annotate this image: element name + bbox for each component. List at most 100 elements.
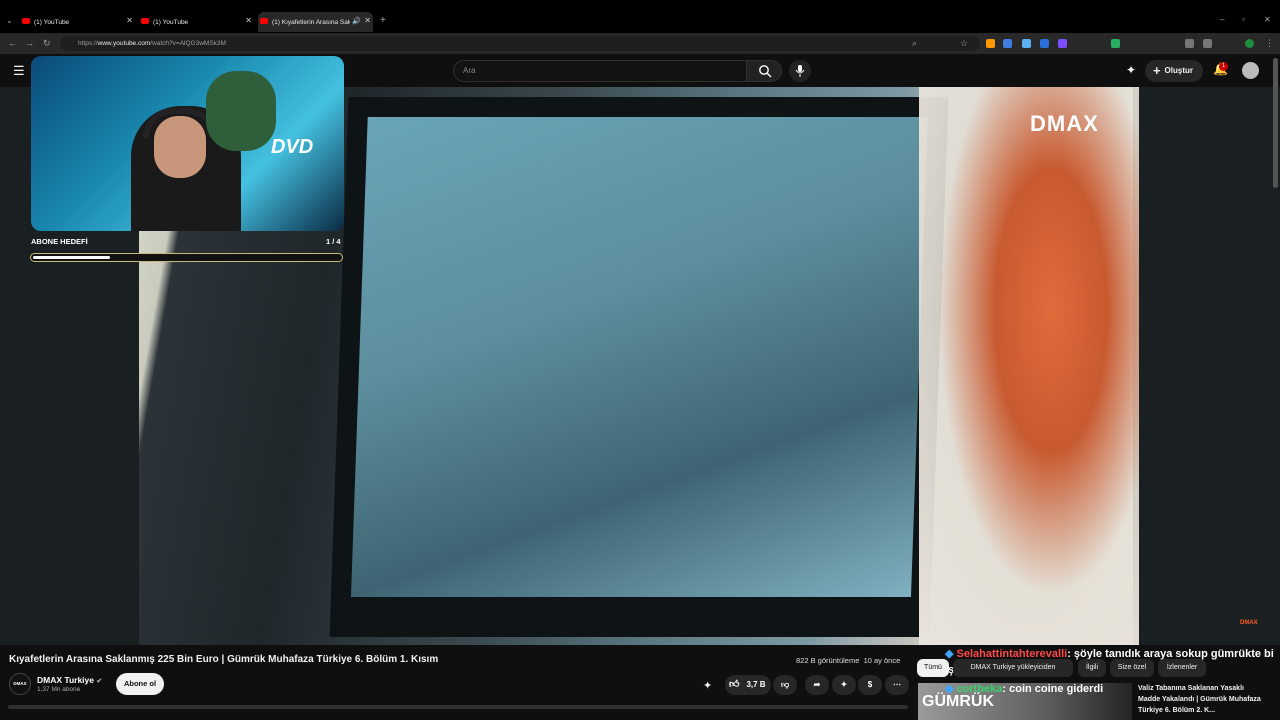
browser-tab-2[interactable]: (1) YouTube ✕ <box>139 12 254 32</box>
dvd-logo: DVD <box>271 136 314 158</box>
chat-message: ◆ cortbeka: coin coine giderdi <box>945 682 1103 695</box>
chip-all[interactable]: Tümü <box>917 659 949 677</box>
channel-name[interactable]: DMAX Turkiye ✔ <box>37 675 102 685</box>
views-text: 822 B görüntüleme <box>796 656 860 665</box>
microphone-icon <box>795 65 805 77</box>
page-scrollbar[interactable] <box>1273 58 1278 188</box>
chip-watched[interactable]: İzlenenler <box>1158 659 1206 677</box>
dmax-corner-logo: DMAX <box>1240 620 1258 626</box>
tab-title: (1) YouTube <box>153 18 189 26</box>
ask-ai-button[interactable]: ✦ <box>832 675 856 695</box>
minimize-button[interactable]: – <box>1220 15 1224 24</box>
search-icon <box>759 65 772 78</box>
maximize-button[interactable]: ▫ <box>1242 15 1245 24</box>
subscriber-goal-progress-fill <box>33 256 110 259</box>
subscriber-goal-count: 1 / 4 <box>326 237 341 246</box>
chat-badge-icon: ◆ <box>945 648 954 660</box>
subscribe-button[interactable]: Abone ol <box>116 673 164 695</box>
subscriber-goal-progress-bar <box>30 253 343 262</box>
youtube-favicon-icon <box>141 18 149 24</box>
dmax-watermark: DMAX <box>1030 111 1099 136</box>
browser-tab-bar: ⌄ (1) YouTube ✕ (1) YouTube ✕ (1) Kıyafe… <box>0 0 1280 33</box>
profile-avatar-icon[interactable] <box>1245 39 1254 48</box>
channel-name-text: DMAX Turkiye <box>37 675 94 685</box>
thumbnail-text: GÜMRÜK <box>922 693 994 710</box>
upload-age: 10 ay önce <box>863 656 901 665</box>
chat-username: cortbeka <box>956 683 1003 695</box>
sparkle-icon: ✦ <box>840 680 848 689</box>
search-input[interactable]: Ara <box>453 60 747 82</box>
description-box-edge <box>8 705 908 709</box>
create-label: Oluştur <box>1164 66 1193 75</box>
create-button[interactable]: + Oluştur <box>1145 60 1203 82</box>
extensions-puzzle-icon[interactable] <box>1203 39 1212 48</box>
browser-tab-3-active[interactable]: (1) Kıyafetlerin Arasına Sakl... 🔊 ✕ <box>258 12 373 32</box>
thanks-button[interactable]: $ <box>858 675 882 695</box>
view-count: 822 B görüntüleme 10 ay önce <box>796 656 900 665</box>
tab-title: (1) YouTube <box>34 18 70 26</box>
like-button[interactable]: 👍︎ 3,7 B <box>725 675 771 695</box>
share-icon: ➦ <box>813 680 821 689</box>
more-actions-button[interactable]: ⋯ <box>885 675 909 695</box>
more-icon: ⋯ <box>893 680 901 689</box>
chip-from-uploader[interactable]: DMAX Turkiye yükleyiciden <box>953 659 1073 677</box>
recommendation-title[interactable]: Valiz Tabanına Saklanan Yasaklı Madde Ya… <box>1138 683 1268 716</box>
share-button[interactable]: ➦ <box>805 675 829 695</box>
voice-search-button[interactable] <box>789 60 811 82</box>
browser-menu-icon[interactable]: ⋮ <box>1265 38 1274 49</box>
premium-sparkle-icon[interactable]: ✦ <box>703 679 712 692</box>
close-window-button[interactable]: ✕ <box>1264 15 1271 24</box>
chip-for-you[interactable]: Size özel <box>1110 659 1154 677</box>
extension-icon[interactable] <box>986 39 995 48</box>
chat-badge-icon: ◆ <box>945 683 954 695</box>
tab-search-icon[interactable]: ⌄ <box>6 16 13 25</box>
thumbs-down-icon: 👎︎ <box>780 680 790 689</box>
url-field[interactable]: https://www.youtube.com/watch?v=AlQG3wMS… <box>60 36 980 51</box>
person-hair-in-video <box>919 87 1139 645</box>
subscriber-count: 1,37 Mn abone <box>37 686 81 693</box>
reload-icon[interactable]: ↻ <box>43 38 51 49</box>
zoom-icon[interactable]: ⌕ <box>912 38 917 49</box>
cctv-screen-in-video <box>350 117 928 597</box>
tab-title: (1) Kıyafetlerin Arasına Sakl... <box>272 18 350 26</box>
extension-icon[interactable] <box>1185 39 1194 48</box>
forward-icon[interactable]: → <box>25 38 34 48</box>
plus-icon: + <box>1153 63 1161 78</box>
extension-icon[interactable] <box>1111 39 1120 48</box>
channel-avatar[interactable]: DMAX <box>9 673 31 695</box>
new-tab-button[interactable]: + <box>380 15 386 26</box>
browser-tab-1[interactable]: (1) YouTube ✕ <box>20 12 135 32</box>
chip-related[interactable]: İlgili <box>1078 659 1106 677</box>
bookmark-star-icon[interactable]: ☆ <box>960 38 968 49</box>
hamburger-menu-icon[interactable]: ☰ <box>13 63 25 79</box>
extension-icon[interactable] <box>1040 39 1049 48</box>
streamer-webcam-overlay: DVD <box>31 56 344 231</box>
premium-sparkle-icon[interactable]: ✦ <box>1126 63 1136 77</box>
monitor-in-video <box>329 97 949 637</box>
url-domain: www.youtube.com <box>97 40 151 47</box>
thumbs-up-icon: 👍︎ <box>729 679 740 690</box>
chat-text: : coin coine giderdi <box>1002 683 1104 695</box>
like-count: 3,7 B <box>746 680 766 689</box>
notification-count-badge: 1 <box>1219 62 1228 71</box>
verified-check-icon: ✔ <box>96 678 103 685</box>
mascot-figure <box>206 71 276 151</box>
video-title: Kıyafetlerin Arasına Saklanmış 225 Bin E… <box>9 654 439 665</box>
close-tab-icon[interactable]: ✕ <box>364 16 371 25</box>
extension-icon[interactable] <box>1003 39 1012 48</box>
extension-icon[interactable] <box>1058 39 1067 48</box>
subscriber-goal-label: ABONE HEDEFİ <box>31 237 88 246</box>
extension-icon[interactable] <box>1022 39 1031 48</box>
youtube-favicon-icon <box>260 18 268 24</box>
close-tab-icon[interactable]: ✕ <box>245 16 252 25</box>
youtube-favicon-icon <box>22 18 30 24</box>
url-prefix: https:// <box>78 40 98 47</box>
speaker-icon[interactable]: 🔊 <box>352 17 361 25</box>
thanks-icon: $ <box>867 680 873 689</box>
dislike-button[interactable]: 👎︎ <box>773 675 797 695</box>
back-icon[interactable]: ← <box>8 38 17 48</box>
search-button[interactable] <box>746 60 782 82</box>
url-path: /watch?v=AlQG3wMSk3M <box>150 40 226 47</box>
account-avatar[interactable] <box>1242 62 1259 79</box>
close-tab-icon[interactable]: ✕ <box>126 16 133 25</box>
